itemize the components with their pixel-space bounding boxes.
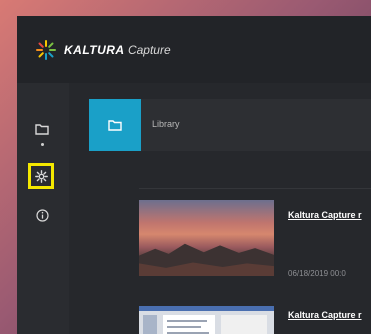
app-window: KALTURA Capture Library Kaltura Capture … [17,16,371,334]
entry-title-link[interactable]: Kaltura Capture r [288,310,362,320]
brand-primary: KALTURA [64,43,125,57]
entry-thumbnail[interactable] [139,306,274,334]
entry-meta: 06/18/2019 00:0 [288,269,346,278]
app-brand: KALTURA Capture [64,43,171,57]
brand-secondary: Capture [127,43,171,57]
sidebar-item-about[interactable] [32,205,52,225]
folder-icon [35,124,49,135]
info-icon [35,208,49,222]
kaltura-logo-icon [36,40,56,60]
library-header: Library [89,99,371,151]
library-icon-tile[interactable] [89,99,141,151]
folder-icon [108,120,122,131]
entry-title-link[interactable]: Kaltura Capture r [288,210,362,220]
gear-icon [34,169,48,183]
library-title: Library [152,119,180,129]
active-indicator [41,143,44,146]
top-bar: KALTURA Capture [17,16,371,84]
sidebar-item-library[interactable] [32,119,52,139]
sidebar [17,83,69,334]
library-list: Kaltura Capture r 06/18/2019 00:0 Kaltur… [139,188,371,334]
sidebar-item-settings[interactable] [28,163,54,189]
entry-thumbnail[interactable] [139,200,274,276]
main-content: Library Kaltura Capture r 06/18/2019 00:… [69,83,371,334]
